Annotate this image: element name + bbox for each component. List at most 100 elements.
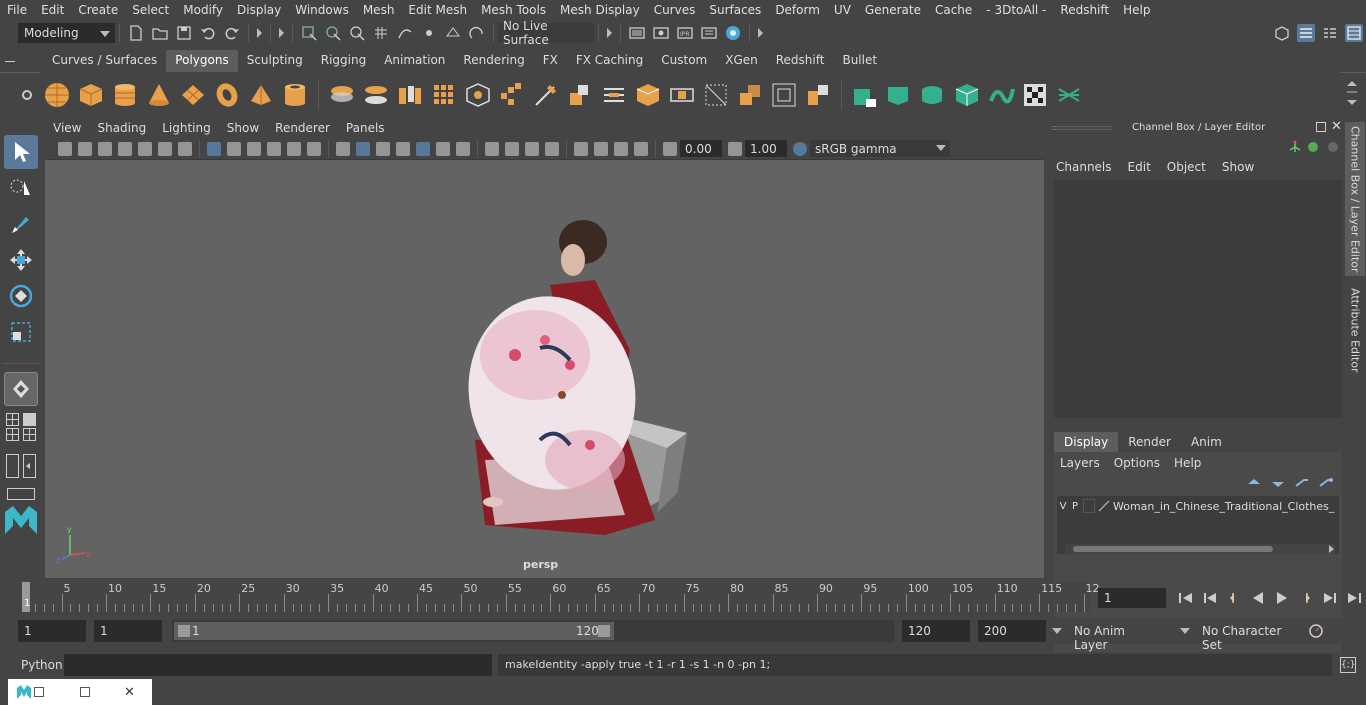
- shelf-tab-polygons[interactable]: Polygons: [166, 50, 238, 72]
- shelf-tab-custom[interactable]: Custom: [652, 50, 717, 72]
- uv-cylindrical-icon[interactable]: [885, 81, 913, 109]
- float-panel-icon[interactable]: [1316, 122, 1326, 132]
- color-space-dropdown[interactable]: sRGB gamma: [810, 140, 950, 157]
- scrollbar-thumb[interactable]: [1073, 546, 1273, 552]
- playback-end-field[interactable]: 120: [902, 620, 970, 642]
- snap-view-plane-icon[interactable]: [444, 24, 462, 42]
- target-weld-icon[interactable]: [770, 81, 798, 109]
- shelf-tab-curves-surfaces[interactable]: Curves / Surfaces: [43, 50, 167, 72]
- uv-spherical-icon[interactable]: [919, 81, 947, 109]
- color-management-icon[interactable]: [793, 141, 807, 156]
- grid-view-layout-icon[interactable]: [6, 428, 19, 441]
- scale-tool-icon[interactable]: [4, 315, 38, 349]
- anim-layer-dropdown[interactable]: No Anim Layer: [1050, 620, 1166, 652]
- shelf-tab-rigging[interactable]: Rigging: [311, 50, 376, 72]
- minimized-window[interactable]: ✕: [8, 679, 152, 705]
- select-camera-icon[interactable]: [58, 141, 72, 156]
- timeline-layout-icon[interactable]: [7, 488, 35, 500]
- range-slider[interactable]: 1 120: [172, 620, 894, 642]
- perspective-viewport[interactable]: y x z persp: [45, 160, 1044, 578]
- channel-box-toggle-icon[interactable]: [1345, 23, 1363, 42]
- collapse-arrow-icon[interactable]: [607, 27, 612, 38]
- move-tool-icon[interactable]: [4, 243, 38, 277]
- panel-menu-lighting[interactable]: Lighting: [154, 121, 219, 135]
- menu-modify[interactable]: Modify: [176, 3, 230, 17]
- current-frame-field[interactable]: 1: [1098, 588, 1166, 608]
- single-view-layout-icon[interactable]: [23, 413, 36, 426]
- layer-tab-anim[interactable]: Anim: [1181, 432, 1232, 452]
- uv-automatic-icon[interactable]: [953, 81, 981, 109]
- panel-menu-panels[interactable]: Panels: [338, 121, 393, 135]
- snap-curve-icon[interactable]: [396, 24, 414, 42]
- play-forward-icon[interactable]: [1273, 589, 1291, 607]
- motion-blur-icon[interactable]: [505, 141, 519, 156]
- shelf-scroll-arrows[interactable]: [1346, 80, 1358, 108]
- rotate-tool-icon[interactable]: [4, 279, 38, 313]
- field-chart-icon[interactable]: [267, 141, 281, 156]
- side-tab-attribute-editor[interactable]: Attribute Editor: [1345, 280, 1365, 380]
- horizontal-scrollbar[interactable]: [1065, 544, 1335, 554]
- panel-menu-renderer[interactable]: Renderer: [267, 121, 338, 135]
- smooth-icon[interactable]: [430, 81, 458, 109]
- cone-icon[interactable]: [145, 81, 173, 109]
- move-layer-down-icon[interactable]: [1270, 476, 1286, 490]
- range-start-handle[interactable]: [178, 625, 190, 637]
- append-polygon-icon[interactable]: [668, 81, 696, 109]
- snap-point-icon[interactable]: [420, 24, 438, 42]
- extract-icon[interactable]: [396, 81, 424, 109]
- attribute-editor-toggle-icon[interactable]: [1297, 23, 1315, 42]
- resolution-gate-icon[interactable]: [227, 141, 241, 156]
- layer-visibility-toggle[interactable]: V: [1057, 501, 1069, 512]
- menu-edit[interactable]: Edit: [1120, 160, 1159, 174]
- anti-aliasing-icon[interactable]: [525, 141, 539, 156]
- side-view-layout-icon[interactable]: [23, 428, 36, 441]
- ipr-render-icon[interactable]: IPR: [676, 24, 694, 42]
- select-by-component-icon[interactable]: [348, 24, 366, 42]
- layer-tab-display[interactable]: Display: [1054, 432, 1119, 452]
- menu-3dtoall[interactable]: - 3DtoAll -: [979, 3, 1053, 17]
- grid-toggle-icon[interactable]: [207, 141, 221, 156]
- layer-playback-toggle[interactable]: P: [1069, 501, 1081, 512]
- shelf-tab-bullet[interactable]: Bullet: [833, 50, 887, 72]
- script-language-label[interactable]: Python: [21, 658, 63, 672]
- auto-key-icon[interactable]: [1307, 622, 1325, 640]
- merge-icon[interactable]: [736, 81, 764, 109]
- panel-menu-view[interactable]: View: [45, 121, 89, 135]
- menu-options[interactable]: Options: [1114, 456, 1160, 470]
- uv-planar-icon[interactable]: [851, 81, 879, 109]
- pyramid-icon[interactable]: [247, 81, 275, 109]
- collapse-arrow-icon[interactable]: [279, 27, 284, 38]
- playback-start-field[interactable]: 1: [94, 620, 162, 642]
- cylinder-icon[interactable]: [111, 81, 139, 109]
- four-view-layout-icon[interactable]: [6, 413, 19, 426]
- isolate-select-icon[interactable]: [574, 141, 588, 156]
- grease-pencil-icon[interactable]: [138, 141, 152, 156]
- menu-mesh-tools[interactable]: Mesh Tools: [474, 3, 553, 17]
- menu-edit[interactable]: Edit: [34, 3, 71, 17]
- tool-settings-toggle-icon[interactable]: [1321, 24, 1339, 42]
- command-input[interactable]: [64, 654, 492, 676]
- panel-menu-show[interactable]: Show: [219, 121, 267, 135]
- panel-menu-shading[interactable]: Shading: [89, 121, 154, 135]
- live-surface-field[interactable]: No Live Surface: [498, 19, 594, 47]
- layer-type-toggle[interactable]: [1083, 499, 1095, 513]
- close-icon[interactable]: ✕: [1331, 119, 1342, 134]
- new-layer-selected-icon[interactable]: [1318, 476, 1334, 490]
- menu-select[interactable]: Select: [125, 3, 176, 17]
- shelf-tab-redshift[interactable]: Redshift: [766, 50, 834, 72]
- menu-edit-mesh[interactable]: Edit Mesh: [401, 3, 474, 17]
- undo-icon[interactable]: [199, 24, 217, 42]
- restore-icon[interactable]: [34, 687, 44, 697]
- side-tab-channel-box[interactable]: Channel Box / Layer Editor: [1345, 122, 1365, 276]
- booleans-icon[interactable]: [464, 81, 492, 109]
- shelf-tab-sculpting[interactable]: Sculpting: [237, 50, 312, 72]
- mirror-icon[interactable]: [498, 81, 526, 109]
- wireframe-on-shaded-icon[interactable]: [376, 141, 390, 156]
- go-to-start-icon[interactable]: [1177, 589, 1195, 607]
- fill-hole-icon[interactable]: [702, 81, 730, 109]
- new-layer-icon[interactable]: [1294, 476, 1310, 490]
- layer-tab-render[interactable]: Render: [1118, 432, 1181, 452]
- layer-row[interactable]: V P Woman_in_Chinese_Traditional_Clothes…: [1057, 496, 1339, 516]
- bridge-icon[interactable]: [634, 81, 662, 109]
- menu-layers[interactable]: Layers: [1060, 456, 1100, 470]
